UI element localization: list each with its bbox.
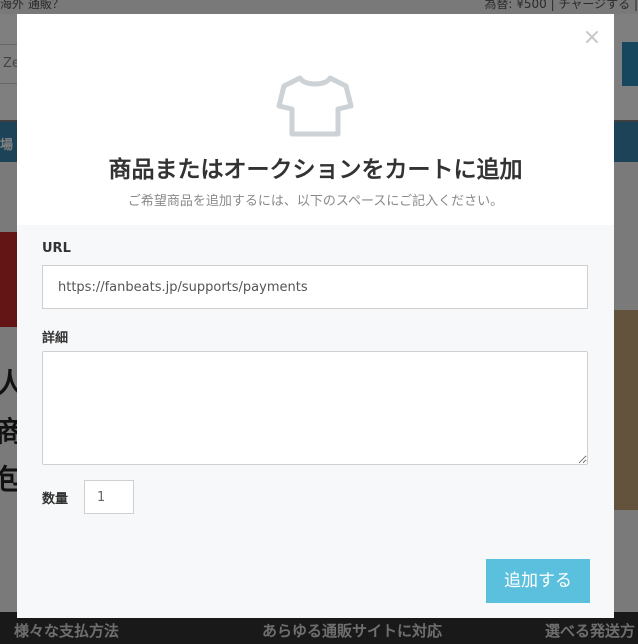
url-input[interactable] bbox=[42, 265, 588, 309]
modal-header: × 商品またはオークションをカートに追加 ご希望商品を追加するには、以下のスペー… bbox=[17, 14, 614, 225]
modal-subtitle: ご希望商品を追加するには、以下のスペースにご記入ください。 bbox=[127, 194, 504, 209]
detail-label: 詳細 bbox=[42, 331, 69, 346]
add-button[interactable]: 追加する bbox=[486, 559, 590, 603]
url-label: URL bbox=[42, 241, 71, 256]
modal-title: 商品またはオークションをカートに追加 bbox=[108, 157, 523, 183]
tshirt-icon bbox=[276, 75, 354, 137]
add-to-cart-modal: × 商品またはオークションをカートに追加 ご希望商品を追加するには、以下のスペー… bbox=[17, 14, 614, 618]
quantity-input[interactable] bbox=[84, 480, 134, 514]
detail-textarea[interactable] bbox=[42, 351, 588, 465]
close-button[interactable]: × bbox=[582, 26, 602, 50]
quantity-label: 数量 bbox=[42, 492, 69, 507]
